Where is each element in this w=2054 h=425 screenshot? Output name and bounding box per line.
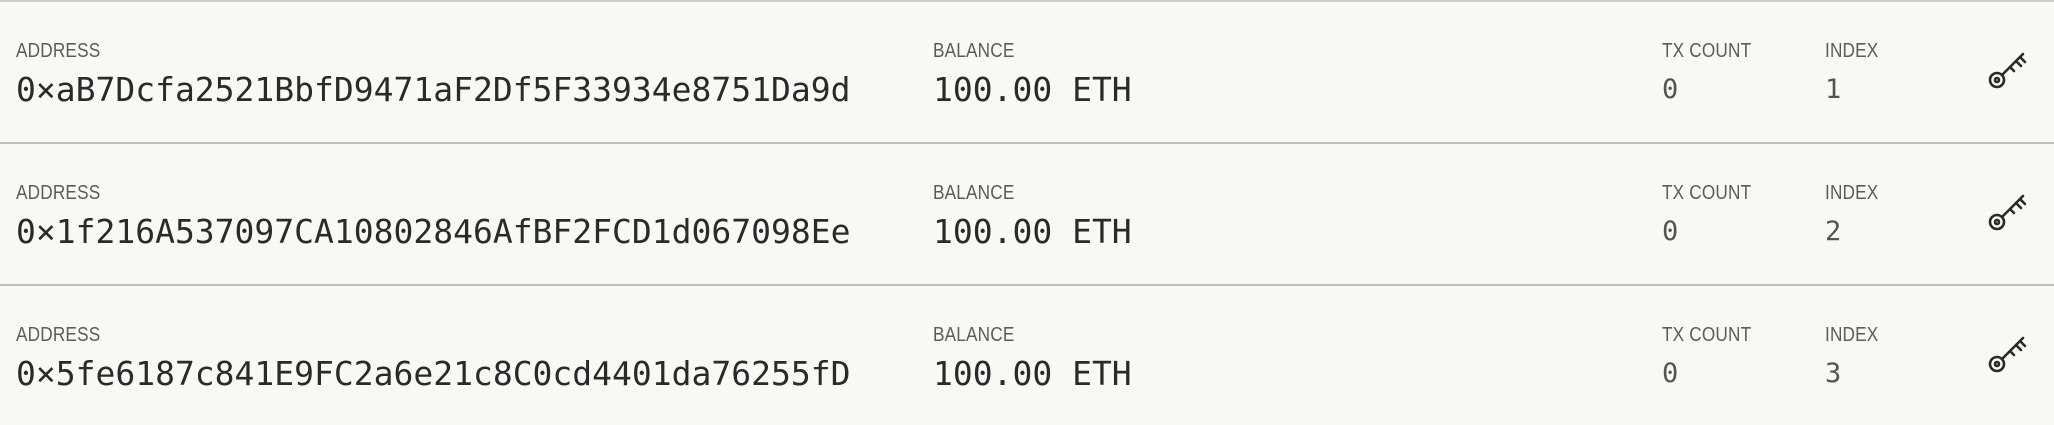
address-label: ADDRESS	[16, 40, 101, 62]
account-row: ADDRESS 0×1f216A537097CA10802846AfBF2FCD…	[0, 144, 2054, 286]
index-value: 3	[1825, 358, 1842, 389]
show-keys-button[interactable]	[1985, 330, 2031, 376]
address-label: ADDRESS	[16, 182, 101, 204]
balance-label: BALANCE	[933, 324, 1015, 346]
tx-count-label: TX COUNT	[1662, 324, 1752, 346]
balance-value: 100.00 ETH	[933, 212, 1132, 251]
index-label: INDEX	[1825, 324, 1879, 346]
index-value: 1	[1825, 74, 1842, 105]
show-keys-button[interactable]	[1985, 188, 2031, 234]
index-label: INDEX	[1825, 182, 1879, 204]
address-value: 0×1f216A537097CA10802846AfBF2FCD1d067098…	[16, 212, 851, 251]
index-label: INDEX	[1825, 40, 1879, 62]
tx-count-value: 0	[1662, 216, 1679, 247]
address-value: 0×5fe6187c841E9FC2a6e21c8C0cd4401da76255…	[16, 354, 851, 393]
tx-count-label: TX COUNT	[1662, 40, 1752, 62]
balance-value: 100.00 ETH	[933, 354, 1132, 393]
address-value: 0×aB7Dcfa2521BbfD9471aF2Df5F33934e8751Da…	[16, 70, 851, 109]
account-row: ADDRESS 0×aB7Dcfa2521BbfD9471aF2Df5F3393…	[0, 2, 2054, 144]
balance-label: BALANCE	[933, 40, 1015, 62]
tx-count-value: 0	[1662, 74, 1679, 105]
tx-count-value: 0	[1662, 358, 1679, 389]
show-keys-button[interactable]	[1985, 46, 2031, 92]
key-icon	[1988, 336, 2027, 373]
balance-label: BALANCE	[933, 182, 1015, 204]
account-list: ADDRESS 0×aB7Dcfa2521BbfD9471aF2Df5F3393…	[0, 0, 2054, 425]
tx-count-label: TX COUNT	[1662, 182, 1752, 204]
key-icon	[1988, 194, 2027, 231]
address-label: ADDRESS	[16, 324, 101, 346]
balance-value: 100.00 ETH	[933, 70, 1132, 109]
key-icon	[1988, 52, 2027, 89]
account-row: ADDRESS 0×5fe6187c841E9FC2a6e21c8C0cd440…	[0, 286, 2054, 425]
index-value: 2	[1825, 216, 1842, 247]
